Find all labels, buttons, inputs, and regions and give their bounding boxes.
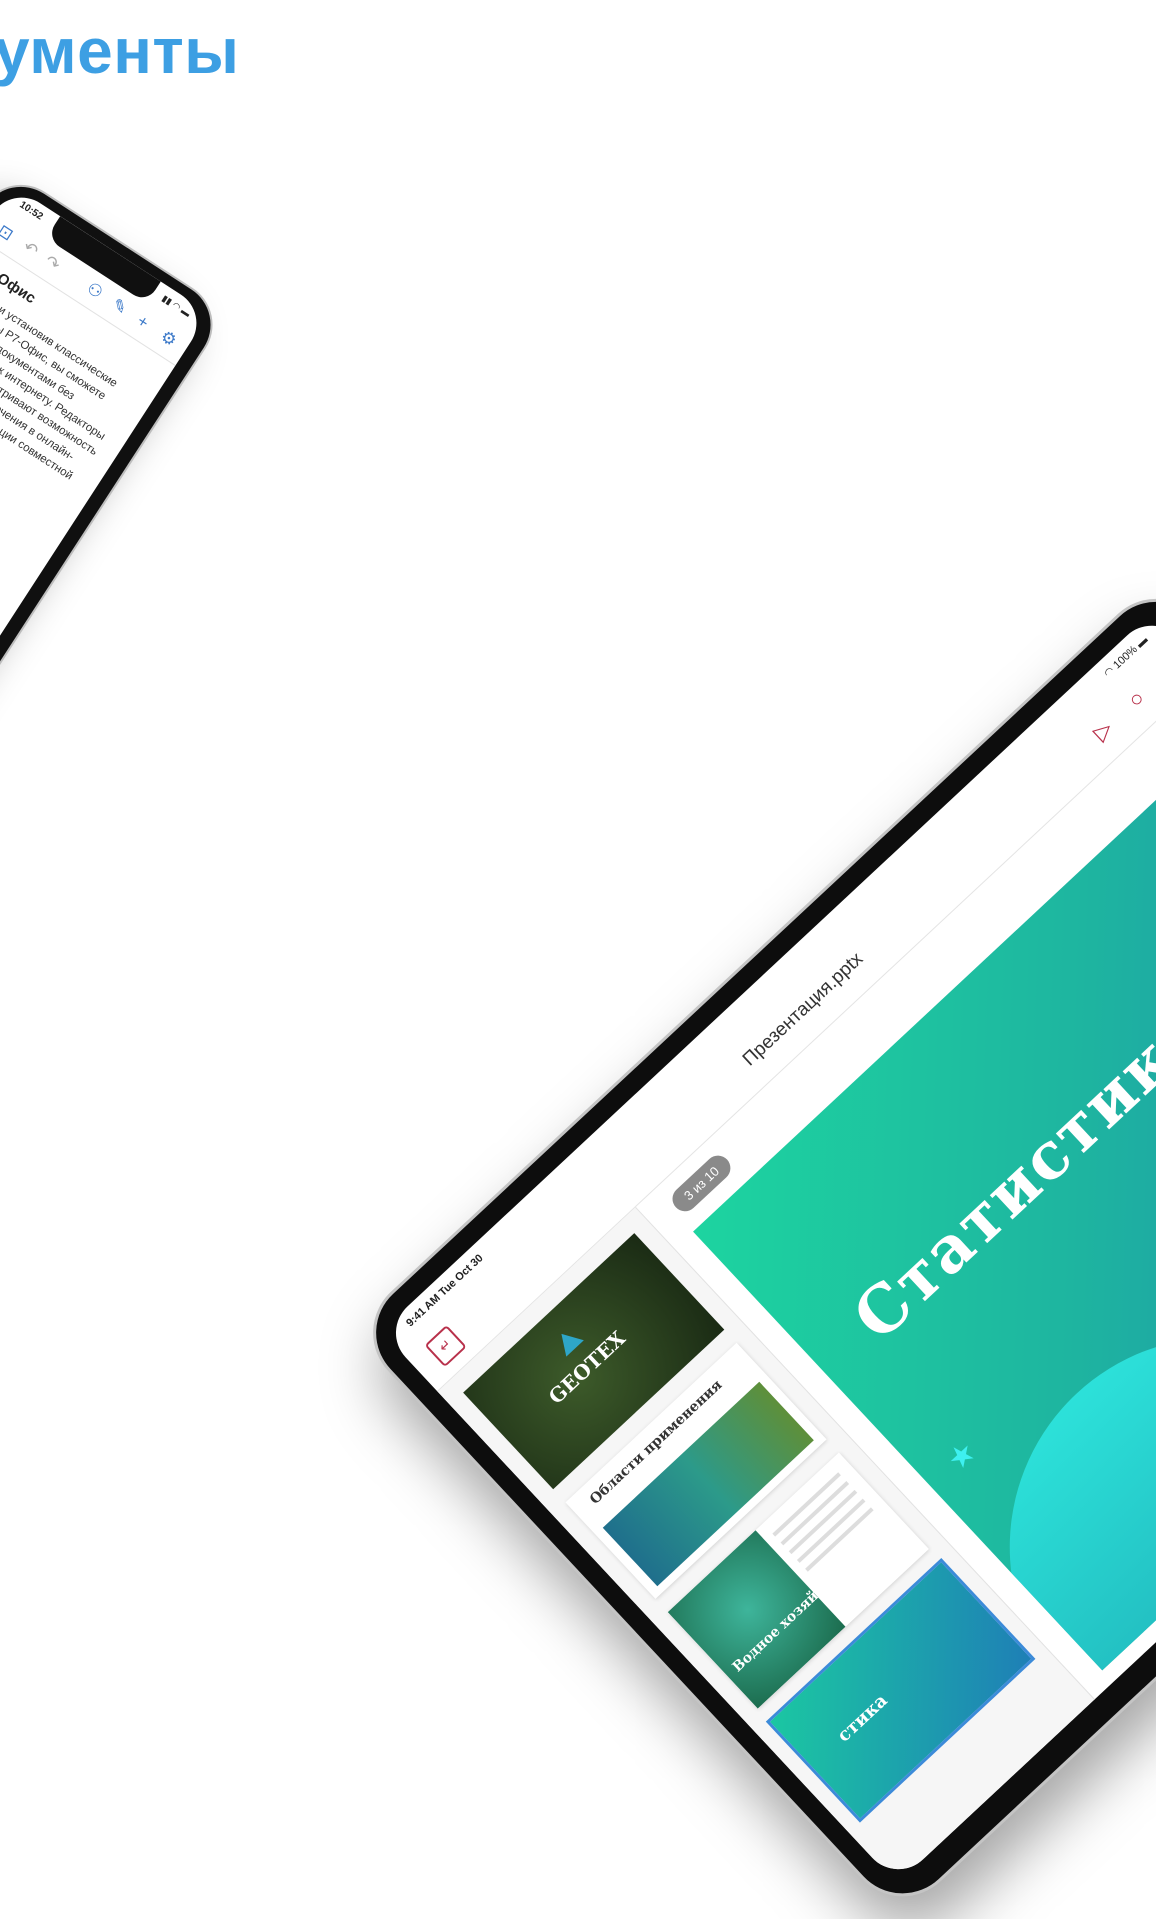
undo-icon[interactable]: ↶ — [19, 237, 42, 262]
user-icon[interactable]: ⚇ — [83, 278, 106, 303]
page-headline: ументы — [0, 15, 240, 87]
star-icon: ★ — [940, 1434, 983, 1478]
phone-screen: 10:52 ▮▮ ◠ ▬ ⊡ ↶ ↷ ⚇ ✎ + ⚙ Р7-Офис Скача… — [0, 184, 210, 746]
tablet-screen: 9:41 AM Tue Oct 30 ◠ 100% ▬ ↵ Презентаци… — [381, 610, 1156, 1884]
pen-icon[interactable]: ✎ — [108, 295, 130, 320]
slide-title: Статистика — [839, 991, 1156, 1356]
add-icon[interactable]: + — [133, 311, 153, 333]
tablet-device: 9:41 AM Tue Oct 30 ◠ 100% ▬ ↵ Презентаци… — [350, 575, 1156, 1919]
logo-icon — [552, 1325, 584, 1357]
thumbnail-text-lines — [772, 1472, 879, 1577]
phone-device: 10:52 ▮▮ ◠ ▬ ⊡ ↶ ↷ ⚇ ✎ + ⚙ Р7-Офис Скача… — [0, 168, 230, 769]
thumbnail-label: стика — [833, 1690, 892, 1747]
file-icon[interactable]: ⊡ — [0, 221, 17, 246]
settings-icon[interactable]: ⚙ — [157, 326, 180, 351]
phone-clock: 10:52 — [17, 199, 45, 223]
redo-icon[interactable]: ↷ — [41, 251, 63, 276]
